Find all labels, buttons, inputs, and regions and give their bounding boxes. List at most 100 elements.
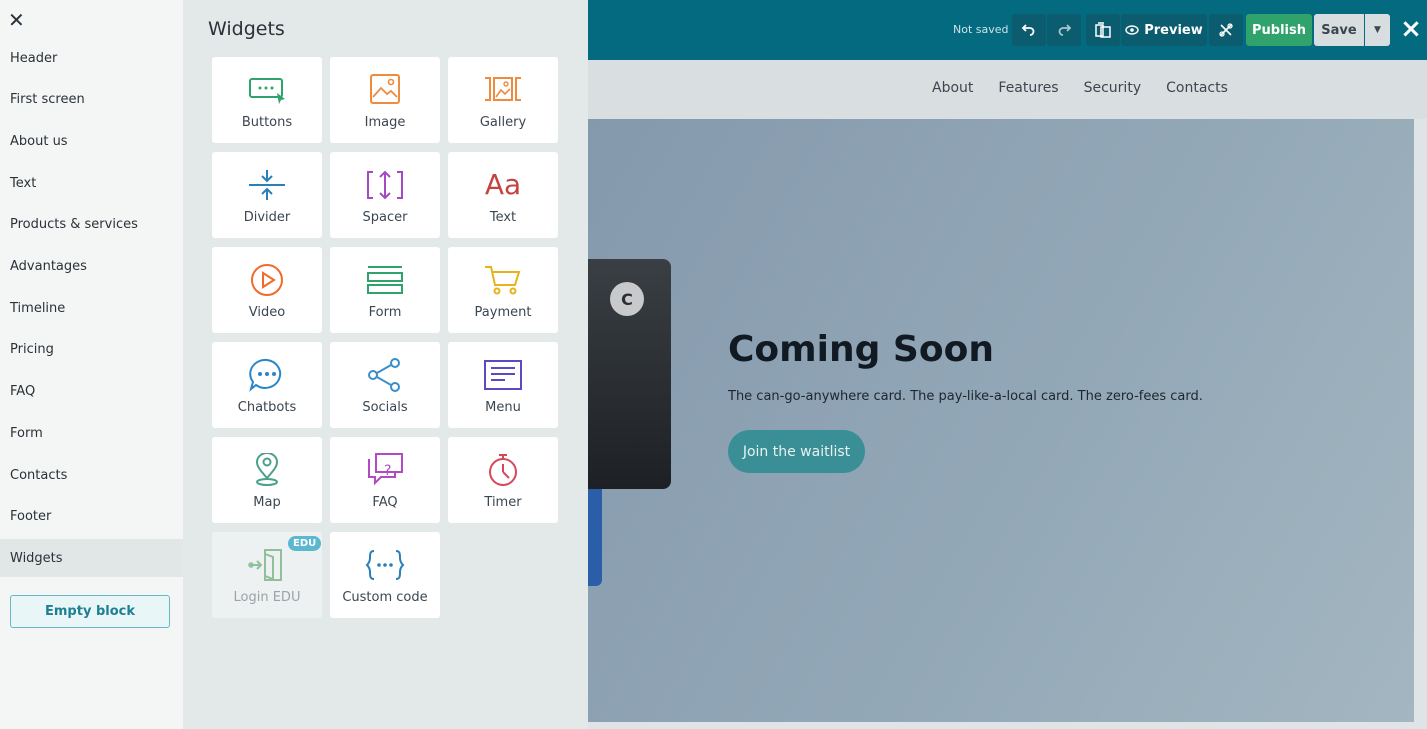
preview-bottom-edge [588, 722, 1427, 729]
widget-tile-label: Chatbots [237, 400, 297, 415]
widget-tile-label: Form [368, 305, 402, 320]
section-nav: ✕ Header First screen About us Text Products… [0, 0, 183, 729]
nav-item-footer[interactable]: Footer [0, 498, 183, 536]
widget-tile-video[interactable]: Video [212, 247, 322, 333]
widget-tile-form[interactable]: Form [330, 247, 440, 333]
login-icon [247, 548, 287, 582]
design-tools-button[interactable] [1209, 14, 1243, 46]
text-icon: Aa [484, 168, 522, 201]
divider-icon [247, 168, 287, 202]
widget-tile-label: Payment [474, 305, 532, 320]
site-nav-features[interactable]: Features [998, 80, 1058, 96]
svg-text:?: ? [384, 463, 391, 479]
widget-tile-buttons[interactable]: Buttons [212, 57, 322, 143]
editor-toolbar: Not saved Preview Publish Save ▼ × [588, 0, 1427, 60]
widget-tile-label: Gallery [479, 115, 527, 130]
nav-item-pricing[interactable]: Pricing [0, 331, 183, 369]
nav-item-faq[interactable]: FAQ [0, 373, 183, 411]
image-icon [365, 73, 405, 107]
gallery-icon [483, 73, 523, 107]
nav-item-widgets[interactable]: Widgets [0, 539, 183, 578]
site-nav-security[interactable]: Security [1084, 80, 1142, 96]
nav-item-first-screen[interactable]: First screen [0, 81, 183, 119]
buttons-icon [247, 73, 287, 107]
save-options-dropdown[interactable]: ▼ [1365, 14, 1390, 46]
nav-item-header[interactable]: Header [0, 39, 183, 77]
site-nav-contacts[interactable]: Contacts [1166, 80, 1228, 96]
save-status: Not saved [953, 23, 1009, 36]
nav-item-contacts[interactable]: Contacts [0, 456, 183, 494]
widget-tile-label: Spacer [362, 210, 408, 225]
join-waitlist-button[interactable]: Join the waitlist [728, 430, 865, 473]
widget-tile-payment[interactable]: Payment [448, 247, 558, 333]
menu-icon [483, 358, 523, 392]
widget-tile-label: Divider [243, 210, 291, 225]
widget-tile-label: Buttons [241, 115, 293, 130]
hero-subtitle: The can-go-anywhere card. The pay-like-a… [728, 389, 1203, 404]
spacer-icon [365, 168, 405, 202]
chat-icon [247, 358, 287, 392]
redo-icon [1058, 24, 1072, 36]
close-editor-icon[interactable]: × [1397, 16, 1425, 44]
widget-tile-label: Map [253, 495, 281, 510]
widgets-title: Widgets [208, 18, 285, 40]
map-pin-icon [247, 453, 287, 487]
nav-item-advantages[interactable]: Advantages [0, 248, 183, 286]
preview-label: Preview [1144, 22, 1203, 38]
widgets-panel: Widgets Buttons Image Gallery Divider Spacer… [183, 0, 588, 729]
widget-tile-label: Timer [484, 495, 522, 510]
widget-tile-label: Image [364, 115, 406, 130]
timer-icon [483, 453, 523, 487]
widget-tile-chatbots[interactable]: Chatbots [212, 342, 322, 428]
widget-tile-label: FAQ [372, 495, 398, 510]
nav-item-products-services[interactable]: Products & services [0, 206, 183, 244]
widget-tile-label: Text [489, 210, 517, 225]
form-icon [365, 263, 405, 297]
code-icon [365, 548, 405, 582]
widget-tile-faq[interactable]: ? FAQ [330, 437, 440, 523]
widget-tile-custom-code[interactable]: Custom code [330, 532, 440, 618]
nav-item-about-us[interactable]: About us [0, 122, 183, 160]
edu-badge: EDU [288, 536, 322, 551]
widget-tile-label: Custom code [342, 590, 428, 605]
widget-tile-socials[interactable]: Socials [330, 342, 440, 428]
widget-tile-image[interactable]: Image [330, 57, 440, 143]
undo-icon [1021, 24, 1035, 36]
nav-item-text[interactable]: Text [0, 164, 183, 202]
preview-scrollbar[interactable] [1414, 119, 1427, 722]
widget-tile-gallery[interactable]: Gallery [448, 57, 558, 143]
video-icon [247, 263, 287, 297]
widget-tile-label: Socials [362, 400, 408, 415]
eye-icon [1125, 25, 1139, 35]
pages-icon [1095, 22, 1111, 38]
widget-tile-map[interactable]: Map [212, 437, 322, 523]
share-icon [365, 358, 405, 392]
nav-item-timeline[interactable]: Timeline [0, 289, 183, 327]
pages-button[interactable] [1086, 14, 1120, 46]
site-nav-about[interactable]: About [932, 80, 973, 96]
hero-section: C Coming Soon The can-go-anywhere card. … [588, 119, 1414, 722]
save-button[interactable]: Save [1314, 14, 1364, 46]
cart-icon [483, 263, 523, 297]
close-icon[interactable]: ✕ [8, 10, 26, 30]
widget-tile-timer[interactable]: Timer [448, 437, 558, 523]
publish-button[interactable]: Publish [1246, 14, 1312, 46]
nav-item-form[interactable]: Form [0, 414, 183, 452]
widget-tile-label: Menu [485, 400, 521, 415]
caret-down-icon: ▼ [1374, 25, 1381, 35]
empty-block-button[interactable]: Empty block [10, 595, 170, 628]
undo-button[interactable] [1012, 14, 1046, 46]
widget-tile-label: Login EDU [233, 590, 301, 605]
redo-button[interactable] [1047, 14, 1081, 46]
widget-tile-login-edu[interactable]: Login EDU EDU [212, 532, 322, 618]
site-nav: About Features Security Contacts [932, 80, 1228, 96]
widget-tile-text[interactable]: Aa Text [448, 152, 558, 238]
widget-tile-divider[interactable]: Divider [212, 152, 322, 238]
hero-title: Coming Soon [728, 329, 994, 370]
widget-tile-spacer[interactable]: Spacer [330, 152, 440, 238]
faq-icon: ? [365, 453, 405, 487]
widget-tile-menu[interactable]: Menu [448, 342, 558, 428]
tools-icon [1219, 23, 1233, 37]
preview-button[interactable]: Preview [1121, 14, 1207, 46]
widget-tile-label: Video [248, 305, 286, 320]
